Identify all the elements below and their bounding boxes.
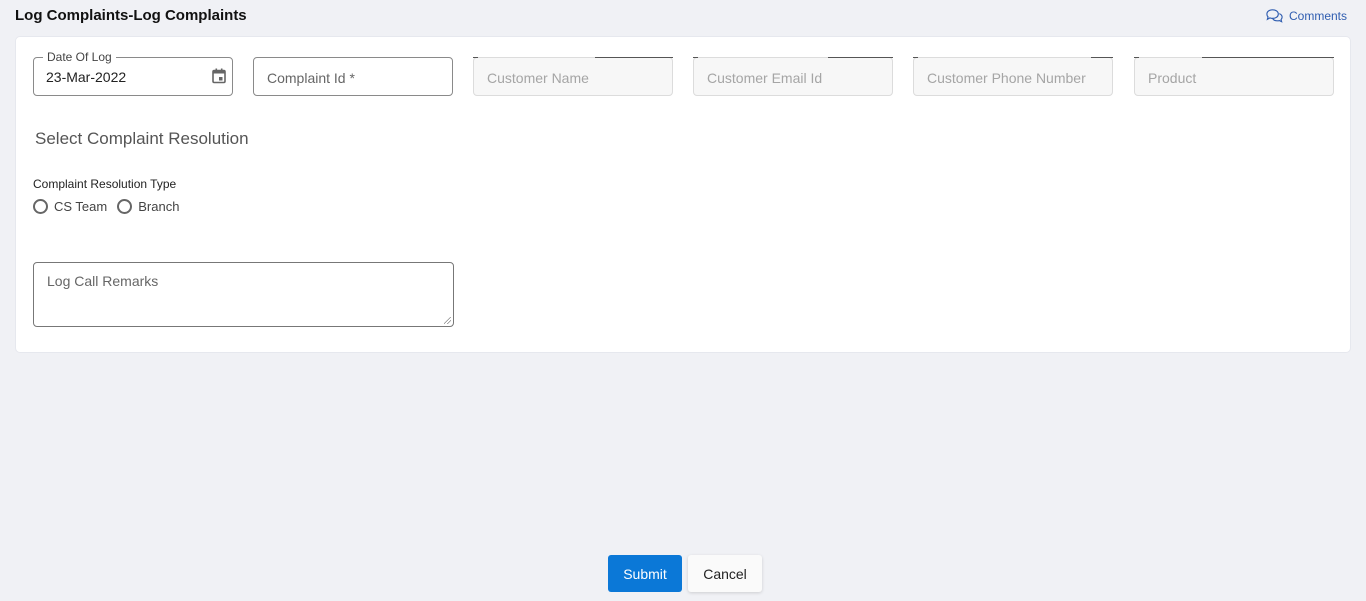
radio-branch[interactable]: Branch xyxy=(117,199,179,214)
complaint-form-card: Date Of Log 23-Mar-2022 Complaint Id * C… xyxy=(15,36,1351,353)
comments-link[interactable]: Comments xyxy=(1265,8,1347,24)
product-input: Product xyxy=(1134,57,1334,96)
field-notch xyxy=(595,57,673,58)
customer-email-input: Customer Email Id xyxy=(693,57,893,96)
field-notch xyxy=(1091,57,1113,58)
complaint-id-input[interactable]: Complaint Id * xyxy=(253,57,453,96)
date-of-log-label: Date Of Log xyxy=(43,50,116,64)
field-notch xyxy=(1202,57,1334,58)
resolution-type-radio-group: CS Team Branch xyxy=(33,199,179,214)
radio-branch-label: Branch xyxy=(138,199,180,214)
radio-circle-icon[interactable] xyxy=(117,199,133,214)
customer-phone-placeholder: Customer Phone Number xyxy=(927,70,1086,86)
cancel-button[interactable]: Cancel xyxy=(688,555,762,592)
customer-name-input: Customer Name xyxy=(473,57,673,96)
complaint-id-placeholder: Complaint Id * xyxy=(267,70,355,86)
date-of-log-value: 23-Mar-2022 xyxy=(46,69,127,85)
field-notch xyxy=(828,57,893,58)
radio-circle-icon[interactable] xyxy=(33,199,48,214)
radio-cs-team[interactable]: CS Team xyxy=(33,199,107,214)
remarks-placeholder: Log Call Remarks xyxy=(47,273,159,289)
chat-bubbles-icon xyxy=(1266,9,1283,23)
date-of-log-field[interactable]: Date Of Log 23-Mar-2022 xyxy=(33,50,233,96)
product-placeholder: Product xyxy=(1148,70,1197,86)
log-call-remarks-textarea[interactable]: Log Call Remarks xyxy=(33,262,454,327)
resize-handle-icon[interactable] xyxy=(444,317,451,324)
comments-label: Comments xyxy=(1288,9,1347,23)
customer-phone-input: Customer Phone Number xyxy=(913,57,1113,96)
submit-button[interactable]: Submit xyxy=(608,555,682,592)
customer-name-placeholder: Customer Name xyxy=(487,70,589,86)
section-title: Select Complaint Resolution xyxy=(35,129,249,148)
calendar-icon[interactable] xyxy=(212,68,226,84)
customer-email-placeholder: Customer Email Id xyxy=(707,70,823,86)
radio-cs-team-label: CS Team xyxy=(54,199,108,214)
resolution-type-label: Complaint Resolution Type xyxy=(33,177,177,191)
page-title: Log Complaints-Log Complaints xyxy=(15,7,247,24)
